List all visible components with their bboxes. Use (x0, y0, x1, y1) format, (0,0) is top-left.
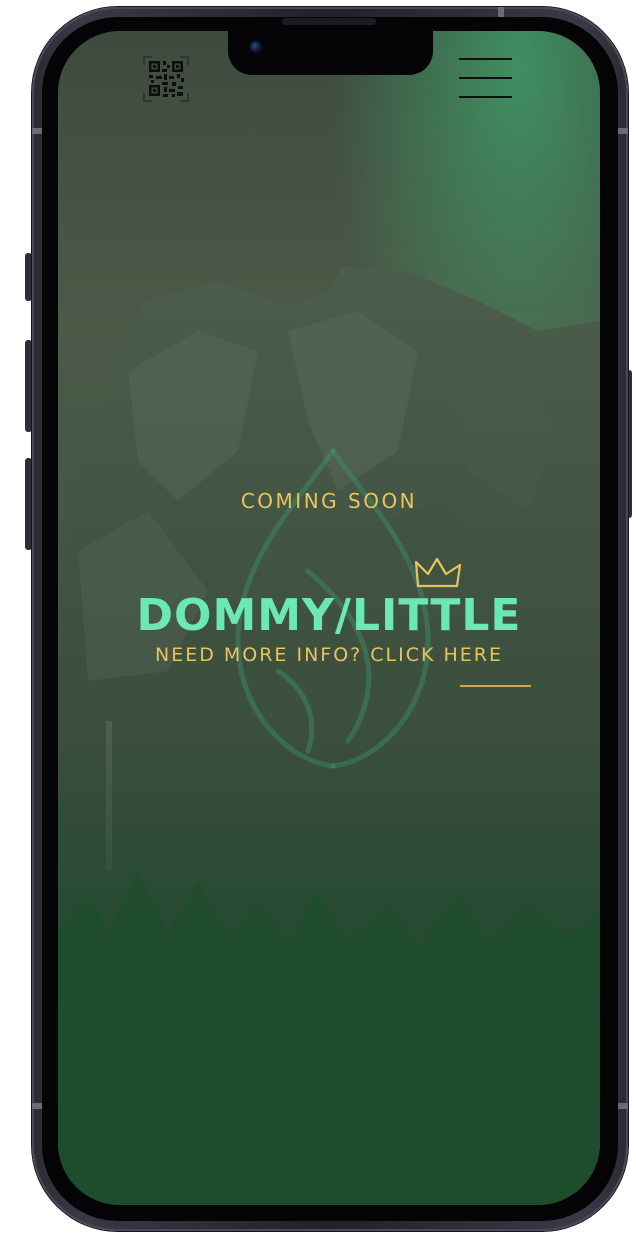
volume-down-button (25, 458, 32, 550)
menu-line (459, 96, 512, 98)
speaker-grille (282, 18, 376, 25)
notch (228, 31, 433, 75)
antenna-line (32, 128, 42, 134)
menu-line (459, 77, 512, 79)
antenna-line (618, 1103, 628, 1109)
silent-switch (25, 253, 32, 301)
link-underline (460, 685, 531, 687)
crown-icon (414, 557, 462, 588)
brand-title: DOMMY/LITTLE (136, 590, 522, 641)
qr-code-icon[interactable] (142, 55, 190, 103)
coming-soon-label: COMING SOON (240, 489, 418, 513)
more-info-link[interactable]: NEED MORE INFO? CLICK HERE (58, 644, 600, 666)
antenna-line (498, 7, 504, 17)
volume-up-button (25, 340, 32, 432)
phone-mockup: COMING SOON DOMMY/LITTLE NEED MORE INFO?… (0, 0, 636, 1236)
menu-line (459, 58, 512, 60)
hamburger-menu-icon[interactable] (455, 55, 515, 103)
antenna-line (32, 1103, 42, 1109)
camera-icon (250, 41, 262, 53)
antenna-line (618, 128, 628, 134)
